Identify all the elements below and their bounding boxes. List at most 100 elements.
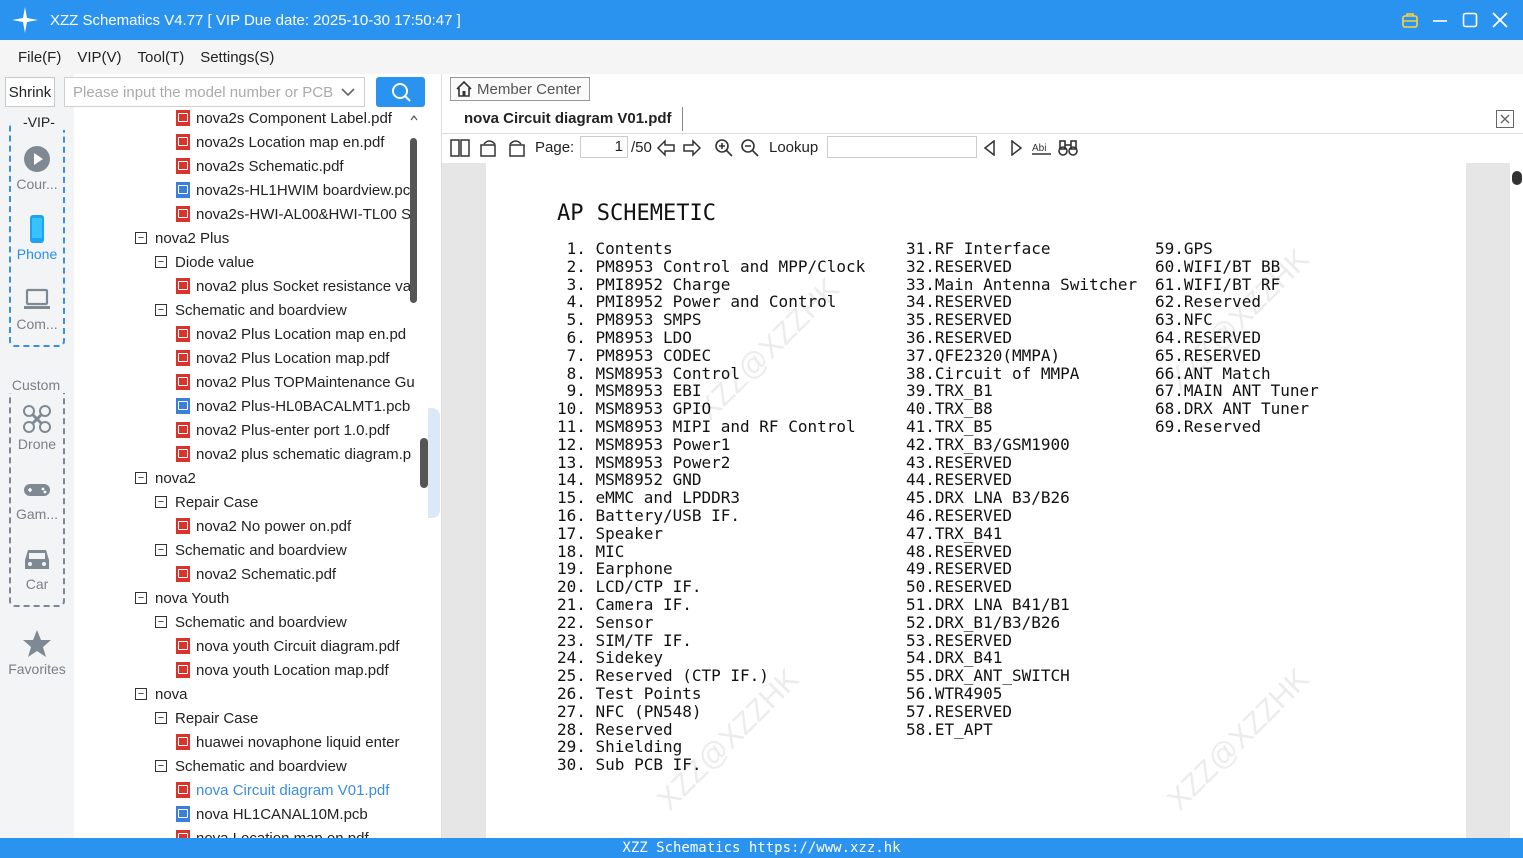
tree-file[interactable]: nova2s Schematic.pdf [176, 154, 344, 178]
contents-entry: 55.DRX_ANT_SWITCH [906, 666, 1070, 686]
prev-page-icon[interactable] [656, 138, 676, 158]
contents-entry: 51.DRX LNA B41/B1 [906, 594, 1070, 614]
tab-separator [682, 107, 683, 131]
tab-active-document[interactable]: nova Circuit diagram V01.pdf [464, 110, 672, 127]
contents-entry: 44.RESERVED [906, 470, 1012, 490]
tree-file[interactable]: nova2s Location map en.pdf [176, 130, 384, 154]
member-center-button[interactable]: Member Center [450, 77, 591, 101]
model-search-input[interactable]: Please input the model number or PCB [64, 77, 365, 107]
nav-drone[interactable]: Drone [0, 404, 74, 452]
page-number-input[interactable]: 1 [580, 136, 628, 158]
rotate-right-icon[interactable] [506, 138, 526, 158]
tree-file[interactable]: nova HL1CANAL10M.pcb [176, 802, 368, 826]
contents-entry: 68.DRX ANT Tuner [1155, 399, 1310, 419]
tree-folder[interactable]: − nova Youth [135, 586, 229, 610]
nav-car[interactable]: Car [0, 544, 74, 592]
collapse-icon[interactable]: − [155, 616, 167, 628]
tree-file[interactable]: nova2 plus schematic diagram.p [176, 442, 411, 466]
nav-computer[interactable]: Com... [0, 284, 74, 332]
tree-file[interactable]: nova2 plus Socket resistance va [176, 274, 411, 298]
tree-file[interactable]: nova2s-HL1HWIM boardview.pc [176, 178, 410, 202]
menu-tool[interactable]: Tool(T) [138, 49, 185, 66]
tree-scrollbar[interactable] [410, 108, 418, 838]
nav-courses[interactable]: Cour... [0, 144, 74, 192]
collapse-icon[interactable]: − [155, 712, 167, 724]
document-view[interactable]: XZZ@XZZHK XZZ@XZZHK XZZ@XZZHK XZZ@XZZHK … [442, 163, 1523, 838]
vip-bag-icon[interactable] [1401, 11, 1419, 29]
title-bar: XZZ Schematics V4.77 [ VIP Due date: 202… [0, 0, 1523, 40]
tree-file[interactable]: nova Circuit diagram V01.pdf [176, 778, 389, 802]
find-prev-icon[interactable] [980, 138, 1000, 158]
match-case-icon[interactable]: Abi [1032, 138, 1052, 158]
find-next-icon[interactable] [1006, 138, 1026, 158]
rotate-left-icon[interactable] [479, 138, 499, 158]
panel-splitter[interactable] [418, 108, 440, 838]
tree-scroll-thumb[interactable] [410, 138, 417, 303]
tree-folder[interactable]: − Schematic and boardview [155, 538, 347, 562]
collapse-icon[interactable]: − [135, 472, 147, 484]
maximize-button[interactable] [1461, 11, 1479, 29]
tree-folder[interactable]: − Repair Case [155, 706, 258, 730]
menu-settings[interactable]: Settings(S) [200, 49, 274, 66]
collapse-icon[interactable]: − [155, 256, 167, 268]
tree-file[interactable]: nova2 Plus TOPMaintenance Gu [176, 370, 415, 394]
tree-file[interactable]: nova youth Location map.pdf [176, 658, 389, 682]
lookup-input[interactable] [827, 136, 977, 158]
pdf-file-icon [176, 134, 190, 150]
close-button[interactable] [1491, 11, 1509, 29]
tree-file[interactable]: nova2s Component Label.pdf [176, 108, 392, 130]
zoom-out-icon[interactable] [740, 138, 760, 158]
contents-entry: 37.QFE2320(MMPA) [906, 345, 1061, 365]
tree-file[interactable]: nova2 Plus Location map.pdf [176, 346, 389, 370]
tree-file[interactable]: nova2 Plus Location map en.pd [176, 322, 406, 346]
contents-entry: 13. MSM8953 Power2 [557, 452, 731, 472]
tree-label: nova HL1CANAL10M.pcb [196, 805, 368, 823]
tree-folder[interactable]: − Schematic and boardview [155, 754, 347, 778]
chevron-down-icon[interactable] [340, 84, 356, 100]
tree-folder[interactable]: − Schematic and boardview [155, 610, 347, 634]
collapse-tab[interactable] [428, 408, 440, 518]
collapse-icon[interactable]: − [155, 496, 167, 508]
collapse-icon[interactable]: − [135, 688, 147, 700]
tree-file[interactable]: nova2s-HWI-AL00&HWI-TL00 S [176, 202, 411, 226]
tree-label: nova2s Component Label.pdf [196, 109, 392, 127]
collapse-icon[interactable]: − [155, 544, 167, 556]
nav-game[interactable]: Gam... [0, 474, 74, 522]
tree-folder[interactable]: − nova2 Plus [135, 226, 229, 250]
splitter-grip[interactable] [420, 438, 428, 488]
collapse-icon[interactable]: − [135, 232, 147, 244]
next-page-icon[interactable] [682, 138, 702, 158]
menu-vip[interactable]: VIP(V) [77, 49, 121, 66]
zoom-in-icon[interactable] [714, 138, 734, 158]
minimize-button[interactable] [1431, 11, 1449, 29]
binoculars-icon[interactable] [1058, 138, 1078, 158]
nav-phone[interactable]: Phone [0, 214, 74, 262]
tree-folder[interactable]: − Repair Case [155, 490, 258, 514]
document-scrollbar[interactable] [1510, 163, 1523, 838]
document-scroll-thumb[interactable] [1512, 171, 1522, 185]
collapse-icon[interactable]: − [135, 592, 147, 604]
tree-file[interactable]: nova Location map en.pdf [176, 826, 369, 838]
collapse-icon[interactable]: − [155, 760, 167, 772]
tree-folder[interactable]: − Schematic and boardview [155, 298, 347, 322]
two-page-icon[interactable] [450, 138, 470, 158]
collapse-icon[interactable]: − [155, 304, 167, 316]
tree-file[interactable]: nova2 No power on.pdf [176, 514, 351, 538]
shrink-button[interactable]: Shrink [5, 77, 55, 107]
scroll-up-icon[interactable] [410, 114, 418, 122]
tree-folder[interactable]: − nova2 [135, 466, 196, 490]
contents-column-2: 31.RF Interface 32.RESERVED 33.Main Antenn… [906, 240, 1137, 738]
tree-folder[interactable]: − Diode value [155, 250, 254, 274]
tree-label: nova2s-HWI-AL00&HWI-TL00 S [196, 205, 412, 223]
tree-file[interactable]: huawei novaphone liquid enter [176, 730, 400, 754]
close-tabs-icon[interactable] [1496, 110, 1514, 128]
tree-folder[interactable]: − nova [135, 682, 188, 706]
nav-favorites[interactable]: Favorites [0, 629, 74, 677]
tree-file[interactable]: nova youth Circuit diagram.pdf [176, 634, 399, 658]
search-button[interactable] [376, 77, 425, 107]
tree-file[interactable]: nova2 Plus-HL0BACALMT1.pcb [176, 394, 410, 418]
tree-file[interactable]: nova2 Schematic.pdf [176, 562, 336, 586]
menu-file[interactable]: File(F) [18, 49, 61, 66]
tree-file[interactable]: nova2 Plus-enter port 1.0.pdf [176, 418, 389, 442]
tree-label: nova2s Schematic.pdf [196, 157, 344, 175]
